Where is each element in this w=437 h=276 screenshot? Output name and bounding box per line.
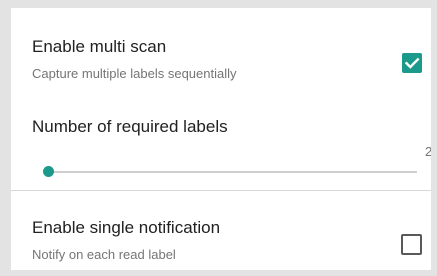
single-notification-title: Enable single notification — [32, 218, 221, 237]
single-notification-summary: Notify on each read label — [32, 247, 176, 262]
check-icon — [404, 57, 420, 69]
multi-scan-setting[interactable]: Enable multi scan Capture multiple label… — [11, 8, 431, 98]
multi-scan-summary: Capture multiple labels sequentially — [32, 66, 237, 81]
required-labels-slider-track[interactable] — [45, 171, 417, 173]
single-notification-setting[interactable]: Enable single notification Notify on eac… — [11, 191, 431, 270]
multi-scan-title: Enable multi scan — [32, 37, 167, 56]
required-labels-title: Number of required labels — [32, 117, 228, 136]
required-labels-value: 2 — [425, 144, 431, 159]
single-notification-checkbox[interactable] — [401, 234, 422, 255]
required-labels-slider-thumb[interactable] — [43, 166, 54, 177]
settings-panel: Enable multi scan Capture multiple label… — [11, 8, 431, 270]
required-labels-setting: Number of required labels 2 — [11, 98, 431, 190]
multi-scan-checkbox[interactable] — [402, 53, 422, 73]
